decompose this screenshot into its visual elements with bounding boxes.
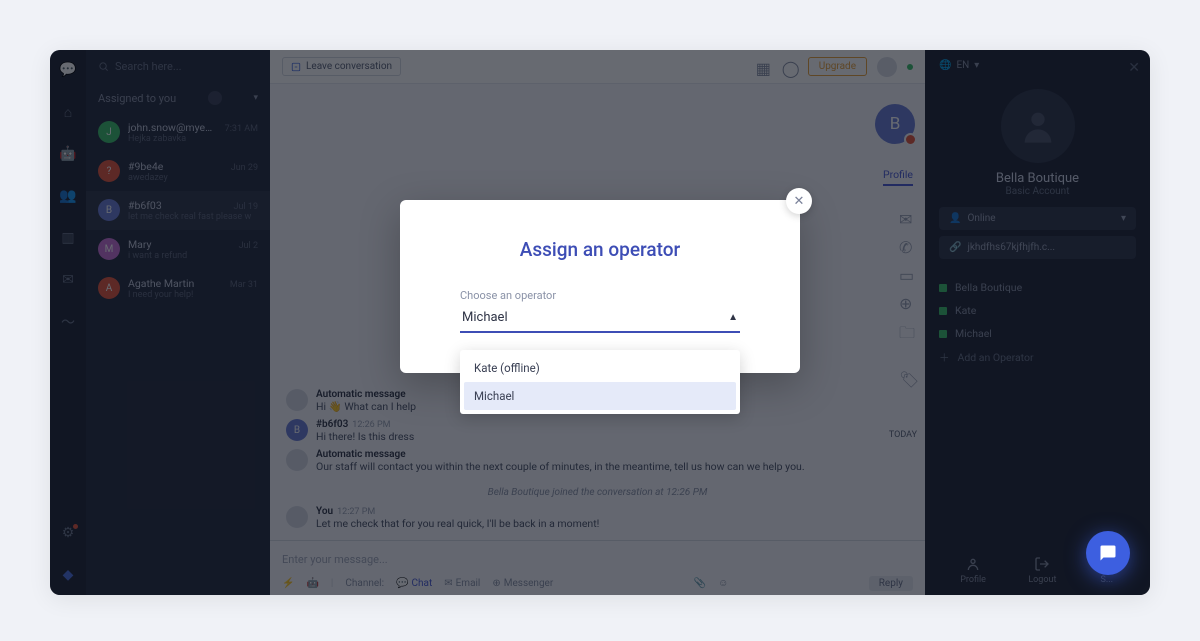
operator-select[interactable]: Michael ▲	[460, 306, 740, 333]
chat-bubble-icon	[1099, 544, 1117, 562]
dropdown-option[interactable]: Michael	[464, 382, 736, 410]
modal-title: Assign an operator	[460, 238, 740, 261]
app-frame: 💬 ⌂ 🤖 👥 ▥ ✉ 〜 ⚙ ◆ Search here... Assigne…	[50, 50, 1150, 595]
operator-select-value: Michael	[462, 310, 508, 325]
assign-operator-modal: ✕ Assign an operator Choose an operator …	[400, 200, 800, 373]
caret-up-icon: ▲	[728, 312, 738, 323]
modal-field-label: Choose an operator	[460, 289, 740, 302]
modal-close-button[interactable]: ✕	[786, 188, 812, 214]
chat-fab[interactable]	[1086, 531, 1130, 575]
operator-dropdown: Kate (offline)Michael	[460, 350, 740, 414]
dropdown-option[interactable]: Kate (offline)	[464, 354, 736, 382]
